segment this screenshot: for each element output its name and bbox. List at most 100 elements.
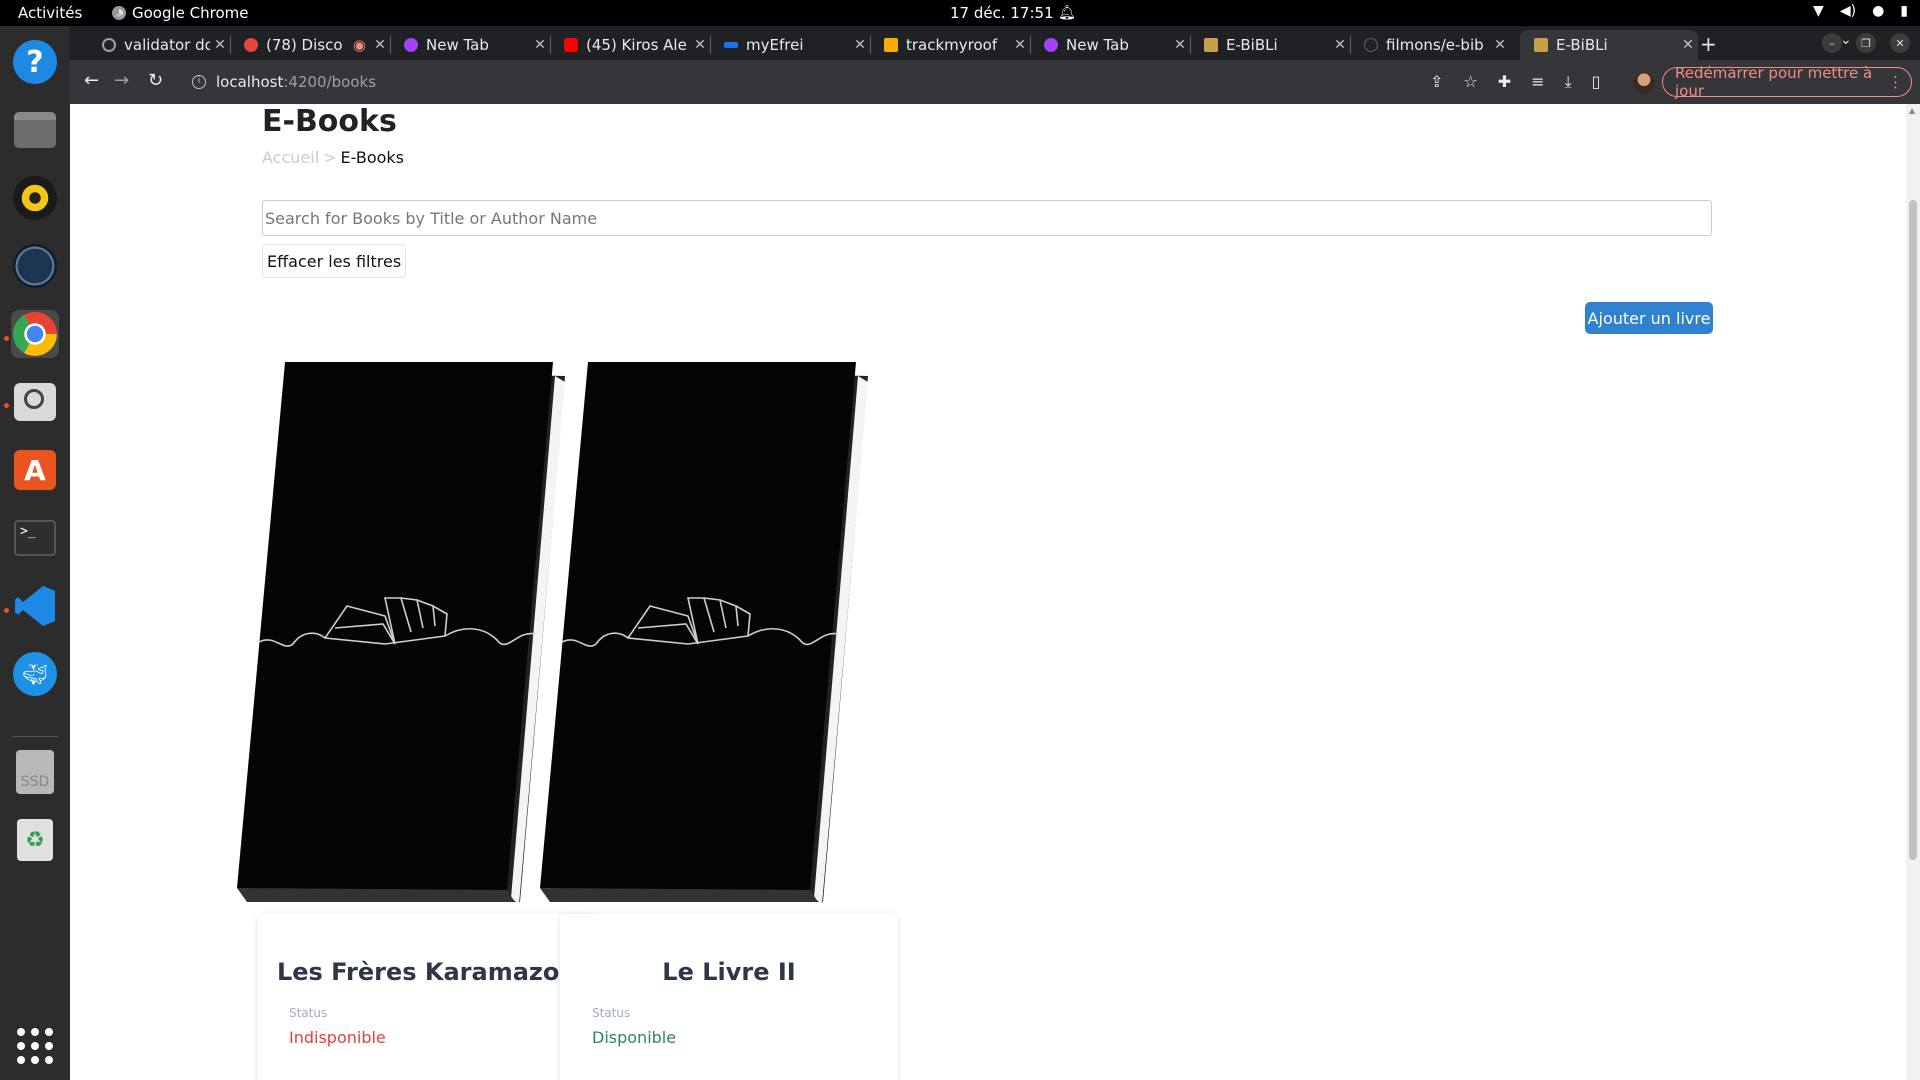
share-icon[interactable]: ⇪ — [1430, 72, 1443, 92]
clear-filters-button[interactable]: Effacer les filtres — [262, 244, 407, 278]
tab-favicon-icon — [1044, 38, 1058, 52]
tab-favicon-icon — [724, 42, 738, 48]
tab-close-icon[interactable]: ✕ — [1330, 37, 1350, 53]
book-favicon-icon — [1534, 38, 1548, 52]
profile-avatar[interactable] — [1633, 72, 1655, 94]
back-arrow-icon[interactable]: ← — [84, 70, 99, 91]
breadcrumb-current: E-Books — [340, 148, 405, 167]
app-menu[interactable]: Google Chrome — [112, 4, 249, 22]
reading-list-icon[interactable]: ≡ — [1531, 72, 1544, 92]
minimize-icon[interactable]: – — [1822, 33, 1842, 53]
show-applications[interactable] — [11, 1022, 59, 1070]
book-title[interactable]: Le Livre II — [560, 958, 898, 986]
tab-title: filmons/e-bib — [1386, 36, 1484, 54]
maximize-icon[interactable]: ❐ — [1856, 33, 1876, 53]
site-info-icon[interactable]: i — [192, 75, 206, 89]
image-viewer-app[interactable] — [11, 378, 59, 426]
tab-close-icon[interactable]: ✕ — [690, 37, 710, 53]
recording-icon: ◉ — [352, 36, 366, 54]
forward-arrow-icon[interactable]: → — [114, 70, 129, 91]
tab[interactable]: (45) Kiros Ale ✕ — [550, 30, 710, 60]
docker-icon: 🐳︎ — [13, 652, 57, 696]
scrollbar-thumb[interactable] — [1909, 200, 1917, 860]
tab-close-icon[interactable]: ✕ — [370, 37, 390, 53]
tab-favicon-icon — [884, 38, 898, 52]
tab-favicon-icon — [102, 38, 116, 52]
trash-icon: ♻ — [17, 819, 53, 861]
software-app[interactable]: A — [11, 446, 59, 494]
search-input[interactable] — [262, 200, 1712, 236]
page-scrollbar[interactable]: ▲ — [1906, 104, 1920, 1080]
tab[interactable]: validator don ✕ — [88, 30, 230, 60]
chrome-browser-icon — [13, 312, 57, 356]
tab-title: (45) Kiros Ale — [586, 36, 687, 54]
tab-close-icon[interactable]: ✕ — [530, 37, 550, 53]
book-info-card: Le Livre II Status Disponible — [560, 914, 898, 1080]
help-app[interactable]: ? — [11, 38, 59, 86]
ssd-drive[interactable]: SSD — [11, 748, 59, 796]
tab[interactable]: New Tab ✕ — [390, 30, 550, 60]
book-cover — [235, 362, 575, 902]
tab-title: New Tab — [1066, 36, 1129, 54]
tab[interactable]: New Tab ✕ — [1030, 30, 1190, 60]
activities-button[interactable]: Activités — [18, 4, 82, 22]
trash[interactable]: ♻ — [11, 816, 59, 864]
status-label: Status — [592, 1006, 631, 1020]
stacer-icon — [13, 244, 57, 288]
tab[interactable]: filmons/e-bib ✕ — [1350, 30, 1510, 60]
files-app[interactable] — [11, 106, 59, 154]
toolbar-icons: ⇪ ☆ ✚ ≡ ⤓ ▯ — [1430, 72, 1600, 92]
docker-app[interactable]: 🐳︎ — [11, 650, 59, 698]
side-panel-icon[interactable]: ▯ — [1592, 72, 1601, 92]
bookmark-star-icon[interactable]: ☆ — [1463, 72, 1477, 92]
tab[interactable]: myEfrei ✕ — [710, 30, 870, 60]
address-bar[interactable]: i localhost:4200/books — [182, 66, 1482, 98]
rhythmbox-app[interactable] — [11, 174, 59, 222]
book-favicon-icon — [1204, 38, 1218, 52]
tab-close-icon[interactable]: ✕ — [1678, 37, 1698, 53]
tab-title: validator don — [124, 36, 210, 54]
system-tray[interactable]: ▼ ◀) ● ▮ — [1813, 3, 1908, 19]
terminal-app[interactable]: >_ — [11, 514, 59, 562]
tab-close-icon[interactable]: ✕ — [210, 37, 230, 53]
scroll-up-arrow-icon[interactable]: ▲ — [1909, 106, 1915, 115]
app-name: Google Chrome — [132, 4, 249, 22]
extensions-icon[interactable]: ✚ — [1498, 72, 1511, 92]
new-tab-plus-icon[interactable]: + — [1700, 32, 1717, 56]
tab-close-icon[interactable]: ✕ — [850, 37, 870, 53]
book-title[interactable]: Les Frères Karamazov — [257, 958, 595, 986]
vscode-app[interactable] — [11, 582, 59, 630]
add-book-button[interactable]: Ajouter un livre — [1585, 302, 1713, 334]
breadcrumb-home-link[interactable]: Accueil — [262, 148, 319, 167]
vscode-icon — [15, 586, 55, 626]
system-top-bar: Activités Google Chrome 17 déc. 17:51 🔔︎… — [0, 0, 1920, 26]
close-window-icon[interactable]: ✕ — [1890, 33, 1910, 53]
tab-close-icon[interactable]: ✕ — [1170, 37, 1190, 53]
microphone-icon: ● — [1872, 3, 1885, 19]
tab-close-icon[interactable]: ✕ — [1010, 37, 1030, 53]
update-restart-button[interactable]: Redémarrer pour mettre à jour ⋮ — [1662, 64, 1912, 100]
tab-title: trackmyroof — [906, 36, 998, 54]
tab[interactable]: trackmyroof ✕ — [870, 30, 1030, 60]
app-grid-icon — [17, 1028, 53, 1064]
tab[interactable]: E-BiBLi ✕ — [1190, 30, 1350, 60]
tab-close-icon[interactable]: ✕ — [1490, 37, 1510, 53]
volume-icon: ◀) — [1839, 3, 1857, 19]
book-card[interactable]: Le Livre II Status Disponible — [538, 362, 898, 1080]
book-card[interactable]: Les Frères Karamazov Status Indisponible — [235, 362, 595, 1080]
menu-dots-icon: ⋮ — [1888, 73, 1903, 91]
reload-icon[interactable]: ↻ — [148, 70, 163, 91]
tab-active[interactable]: E-BiBLi ✕ — [1520, 30, 1698, 60]
chrome-app[interactable] — [11, 310, 59, 358]
stacer-app[interactable] — [11, 242, 59, 290]
download-icon[interactable]: ⤓ — [1565, 72, 1572, 92]
book-info-card: Les Frères Karamazov Status Indisponible — [257, 914, 595, 1080]
breadcrumb: Accueil > E-Books — [262, 148, 404, 167]
page-content: E-Books Accueil>E-Books Effacer les filt… — [70, 104, 1920, 1080]
book-cover — [538, 362, 878, 902]
tab-favicon-icon — [244, 38, 258, 52]
tab[interactable]: (78) Disco ◉ ✕ — [230, 30, 390, 60]
magnifier-icon — [14, 383, 56, 421]
clock[interactable]: 17 déc. 17:51 — [950, 4, 1054, 22]
breadcrumb-separator: > — [323, 148, 337, 167]
